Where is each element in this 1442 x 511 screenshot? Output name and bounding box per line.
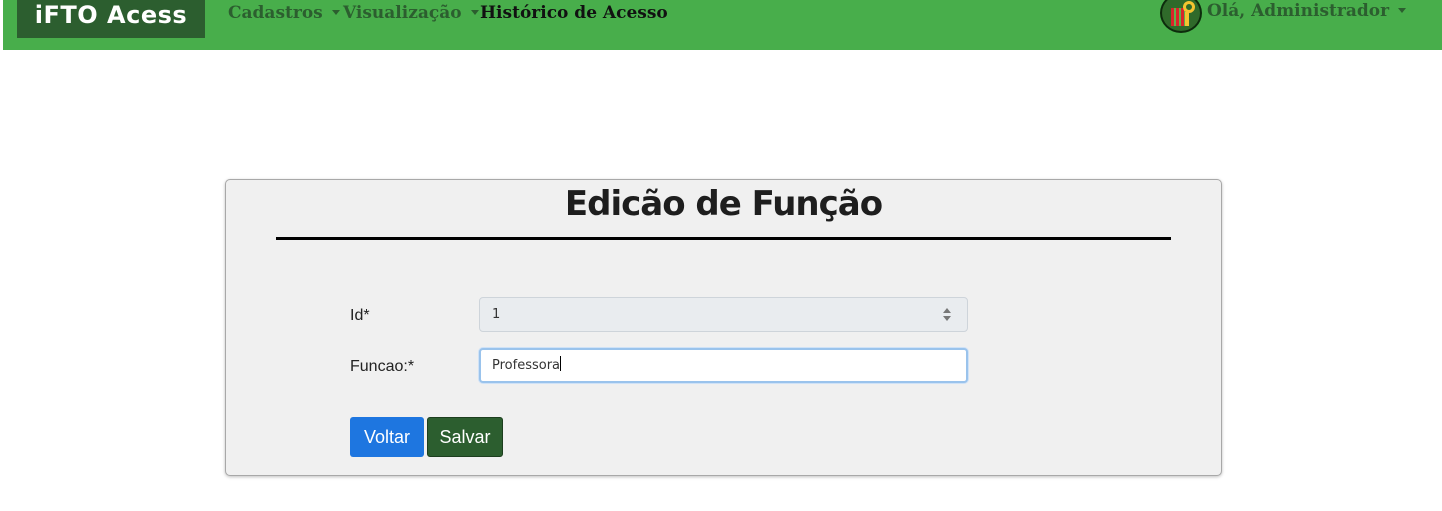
key-shaft — [1185, 12, 1189, 26]
navbar-edge — [0, 0, 3, 50]
top-navbar: iFTO Acess Cadastros Visualização Histór… — [0, 0, 1442, 50]
caret-down-icon — [470, 10, 479, 15]
nav-historico-link[interactable]: Histórico de Acesso — [480, 0, 668, 28]
spinner-up-icon — [943, 308, 951, 313]
nav-visualizacao-label: Visualização — [343, 3, 462, 23]
edit-function-card: Edicão de Função Id* 1 Funcao:* Professo… — [225, 179, 1222, 476]
user-menu-dropdown[interactable]: Olá, Administrador — [1207, 0, 1407, 24]
nav-cadastros-label: Cadastros — [228, 3, 323, 23]
spinner-down-icon — [943, 316, 951, 321]
caret-down-icon — [331, 10, 340, 15]
ifto-key-logo-icon[interactable] — [1160, 0, 1202, 33]
funcao-text-input[interactable]: Professora — [479, 348, 968, 383]
funcao-value: Professora — [492, 358, 561, 373]
brand-logo[interactable]: iFTO Acess — [17, 0, 205, 38]
id-number-input: 1 — [479, 297, 968, 332]
back-button[interactable]: Voltar — [350, 417, 424, 457]
text-cursor — [560, 356, 562, 371]
avatar-grid — [1171, 8, 1185, 26]
user-menu-label: Olá, Administrador — [1207, 1, 1390, 21]
id-value: 1 — [492, 307, 501, 322]
funcao-field-label: Funcao:* — [350, 358, 415, 375]
caret-down-icon — [1398, 8, 1407, 13]
page-title: Edicão de Função — [564, 184, 883, 224]
id-field-label: Id* — [350, 307, 370, 324]
nav-visualizacao-dropdown[interactable]: Visualização — [343, 0, 479, 28]
title-divider — [276, 237, 1171, 240]
save-button[interactable]: Salvar — [427, 417, 503, 457]
number-spinner-icon — [943, 308, 951, 322]
nav-cadastros-dropdown[interactable]: Cadastros — [228, 0, 340, 28]
